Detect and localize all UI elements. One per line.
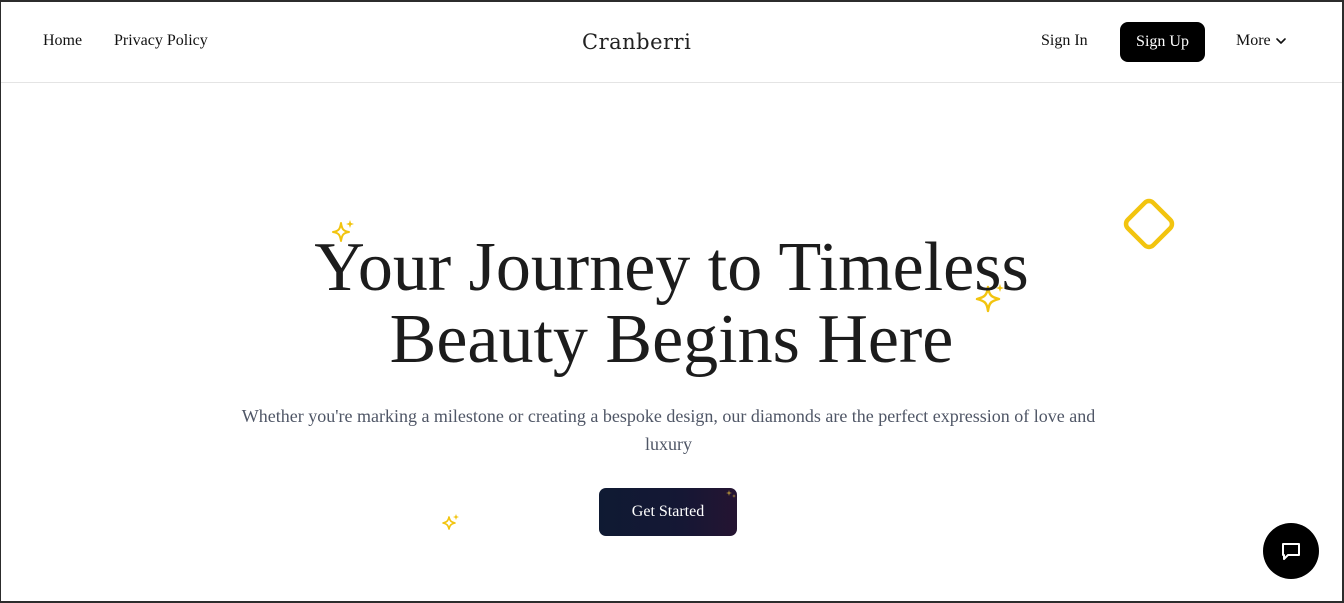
hero-title: Your Journey to Timeless Beauty Begins H…	[1, 232, 1342, 376]
nav-home-link[interactable]: Home	[43, 30, 82, 52]
sparkle-icon	[726, 490, 736, 498]
hero-subtitle: Whether you're marking a milestone or cr…	[241, 406, 1096, 454]
hero-title-line-2: Beauty Begins Here	[389, 301, 954, 378]
nav-privacy-link[interactable]: Privacy Policy	[114, 30, 208, 52]
sign-up-button[interactable]: Sign Up	[1120, 22, 1205, 62]
sign-in-link[interactable]: Sign In	[1041, 30, 1088, 52]
chevron-down-icon	[1275, 38, 1286, 44]
sparkle-icon	[442, 514, 459, 530]
chat-icon	[1282, 543, 1300, 560]
brand-logo[interactable]: Cranberri	[582, 30, 691, 54]
more-menu[interactable]: More	[1236, 30, 1287, 52]
chat-button[interactable]	[1263, 523, 1319, 579]
get-started-button[interactable]: Get Started	[599, 488, 737, 536]
more-menu-label: More	[1236, 32, 1271, 49]
navbar: Home Privacy Policy Cranberri Sign In Si…	[1, 2, 1342, 83]
hero-title-line-1: Your Journey to Timeless	[314, 229, 1029, 306]
